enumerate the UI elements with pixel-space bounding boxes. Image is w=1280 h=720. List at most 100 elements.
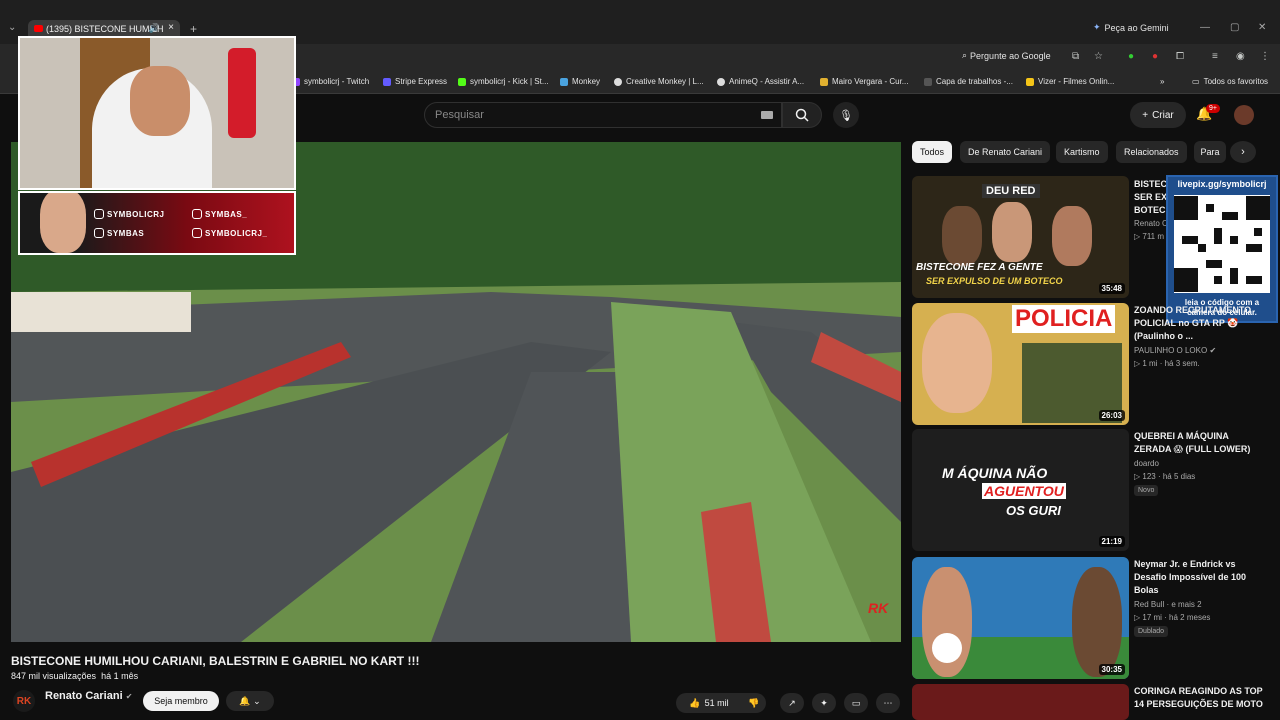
chip-relacionados[interactable]: Relacionados bbox=[1116, 141, 1187, 163]
mairo-icon bbox=[820, 77, 828, 86]
keyboard-icon[interactable] bbox=[761, 111, 773, 119]
save-button[interactable]: ▭ bbox=[844, 693, 868, 713]
channel-name[interactable]: Renato Cariani ✔ bbox=[45, 690, 132, 702]
create-button[interactable]: + Criar bbox=[1130, 102, 1186, 128]
rec-person bbox=[1072, 567, 1122, 677]
tiktok-handle-text: SYMBAS_ bbox=[205, 209, 248, 219]
bookmark-label: Mairo Vergara - Cur... bbox=[832, 77, 909, 86]
close-tab-icon[interactable]: × bbox=[168, 22, 174, 33]
rec-channel[interactable]: PAULINHO O LOKO ✔ bbox=[1134, 346, 1216, 355]
chip-channel[interactable]: De Renato Cariani bbox=[960, 141, 1051, 163]
bookmark-label: Stripe Express bbox=[395, 77, 448, 86]
chip-para[interactable]: Para bbox=[1194, 141, 1226, 163]
extensions-puzzle-icon[interactable]: ⧠ bbox=[1176, 51, 1184, 62]
account-avatar[interactable] bbox=[1234, 105, 1254, 125]
media-icon[interactable]: ≡ bbox=[1212, 51, 1218, 62]
rec-thumbnail[interactable]: 30:35 bbox=[912, 557, 1129, 679]
dubbed-badge: Dublado bbox=[1134, 626, 1169, 637]
instagram-icon bbox=[192, 228, 202, 238]
search-button[interactable] bbox=[782, 102, 822, 128]
share-icon: ↗ bbox=[788, 697, 796, 708]
bookmark-star-icon[interactable]: ☆ bbox=[1094, 51, 1103, 62]
rec-thumbnail[interactable]: M ÁQUINA NÃO AGUENTOU OS GURI 21:19 bbox=[912, 429, 1129, 551]
dislike-button[interactable]: 👎 bbox=[742, 693, 766, 713]
install-icon[interactable]: ⧉ bbox=[1072, 51, 1079, 62]
rec-thumb-caption: POLICIA bbox=[1012, 305, 1116, 333]
chip-todos[interactable]: Todos bbox=[912, 141, 953, 163]
all-bookmarks-label: Todos os favoritos bbox=[1203, 77, 1269, 86]
rec-thumbnail[interactable]: DEU RED BISTECONE FEZ A GENTE SER EXPULS… bbox=[912, 176, 1129, 298]
new-tab-icon[interactable]: + bbox=[190, 22, 197, 36]
menu-dots-icon[interactable]: ⋮ bbox=[1260, 51, 1270, 62]
chips-next-arrow-icon[interactable]: › bbox=[1230, 141, 1256, 163]
bookmark-label: symbolicrj - Kick | St... bbox=[470, 77, 549, 86]
video-duration: 21:19 bbox=[1098, 536, 1125, 547]
tiktok-icon bbox=[192, 209, 202, 219]
rec-channel[interactable]: Renato C bbox=[1134, 219, 1168, 228]
rec-person bbox=[1052, 206, 1092, 266]
bookmark-item[interactable]: Vizer - Filmes Onlin... bbox=[1026, 77, 1114, 86]
youtube-handle-text: SYMBAS bbox=[107, 228, 145, 238]
more-icon: ⋯ bbox=[883, 697, 893, 708]
youtube-favicon-icon bbox=[34, 25, 43, 32]
video-duration: 26:03 bbox=[1098, 410, 1125, 421]
bookmark-item[interactable]: AnimeQ - Assistir A... bbox=[717, 77, 804, 86]
qr-pattern bbox=[1174, 196, 1270, 292]
youtube-icon bbox=[94, 228, 104, 238]
join-button[interactable]: Seja membro bbox=[143, 691, 219, 711]
extension-icon[interactable]: ● bbox=[1128, 51, 1134, 62]
tab-search-icon[interactable]: ⌄ bbox=[8, 22, 16, 33]
rec-title[interactable]: BISTEC SER EX BOTEC bbox=[1134, 178, 1168, 217]
all-bookmarks[interactable]: ▭ Todos os favoritos bbox=[1192, 77, 1268, 86]
rec-title[interactable]: Neymar Jr. e Endrick vs Desafio Impossív… bbox=[1134, 558, 1264, 597]
bookmark-item[interactable]: Stripe Express bbox=[383, 77, 447, 86]
bookmark-item[interactable]: Monkey bbox=[560, 77, 600, 86]
bookmark-label: Monkey bbox=[572, 77, 601, 86]
bookmark-item[interactable]: Creative Monkey | L... bbox=[614, 77, 704, 86]
bookmark-label: Vizer - Filmes Onlin... bbox=[1038, 77, 1115, 86]
search-icon bbox=[795, 108, 809, 122]
minimize-icon[interactable]: — bbox=[1200, 22, 1210, 33]
rec-thumbnail[interactable]: POLICIA 26:03 bbox=[912, 303, 1129, 425]
bookmark-item[interactable]: symbolicrj - Kick | St... bbox=[458, 77, 549, 86]
rec-stats-text: 123 · há 5 dias bbox=[1142, 472, 1196, 481]
bookmark-item[interactable]: Capa de trabalhos -... bbox=[924, 77, 1013, 86]
rec-channel[interactable]: Red Bull · e mais 2 bbox=[1134, 600, 1202, 609]
search-input[interactable]: Pesquisar bbox=[424, 102, 782, 128]
profile-icon[interactable]: ◉ bbox=[1236, 51, 1245, 62]
search-placeholder: Pesquisar bbox=[435, 109, 484, 121]
more-actions-button[interactable]: ⋯ bbox=[876, 693, 900, 713]
maximize-icon[interactable]: ▢ bbox=[1230, 22, 1239, 33]
rec-thumbnail[interactable] bbox=[912, 684, 1129, 720]
twitch-handle-text: SYMBOLICRJ bbox=[107, 209, 165, 219]
rec-title[interactable]: ZOANDO RECRUTAMENTO POLICIAL no GTA RP 🤡… bbox=[1134, 304, 1264, 343]
globe-icon bbox=[717, 77, 725, 86]
rec-person bbox=[992, 202, 1032, 262]
livepix-qr-overlay: livepix.gg/symbolicrj leia o código com … bbox=[1166, 175, 1278, 323]
bookmark-item[interactable]: symbolicrj - Twitch bbox=[292, 77, 369, 86]
video-duration: 30:35 bbox=[1098, 664, 1125, 675]
voice-search-button[interactable]: 🎙 bbox=[833, 102, 859, 128]
audio-icon[interactable]: 🔊 bbox=[149, 23, 160, 34]
like-button[interactable]: 👍 51 mil bbox=[676, 693, 742, 713]
vizer-icon bbox=[1026, 77, 1034, 86]
like-count: 51 mil bbox=[704, 698, 729, 708]
chip-kartismo[interactable]: Kartismo bbox=[1056, 141, 1108, 163]
more-bookmarks-icon[interactable]: » bbox=[1160, 77, 1164, 86]
kick-icon bbox=[458, 77, 466, 86]
rec-channel[interactable]: doardo bbox=[1134, 459, 1159, 468]
bookmark-item[interactable]: Mairo Vergara - Cur... bbox=[820, 77, 908, 86]
rec-title[interactable]: QUEBREI A MÁQUINA ZERADA 😱 (FULL LOWER) bbox=[1134, 430, 1264, 456]
rec-title[interactable]: CORINGA REAGINDO AS TOP 14 PERSEGUIÇÕES … bbox=[1134, 685, 1264, 709]
channel-avatar[interactable]: RK bbox=[13, 690, 35, 712]
gemini-button[interactable]: ✦ Peça ao Gemini bbox=[1093, 22, 1169, 33]
ask-google-button[interactable]: ⌕ Pergunte ao Google bbox=[962, 50, 1051, 61]
thanks-button[interactable]: ✦ bbox=[812, 693, 836, 713]
subscribed-button[interactable]: 🔔 ⌄ bbox=[226, 691, 274, 711]
window-close-icon[interactable]: ✕ bbox=[1258, 22, 1266, 33]
bookmark-label: AnimeQ - Assistir A... bbox=[729, 77, 805, 86]
twitch-icon bbox=[94, 209, 104, 219]
extension-red-icon[interactable]: ● bbox=[1152, 51, 1158, 62]
globe-icon bbox=[614, 77, 622, 86]
share-button[interactable]: ↗ bbox=[780, 693, 804, 713]
